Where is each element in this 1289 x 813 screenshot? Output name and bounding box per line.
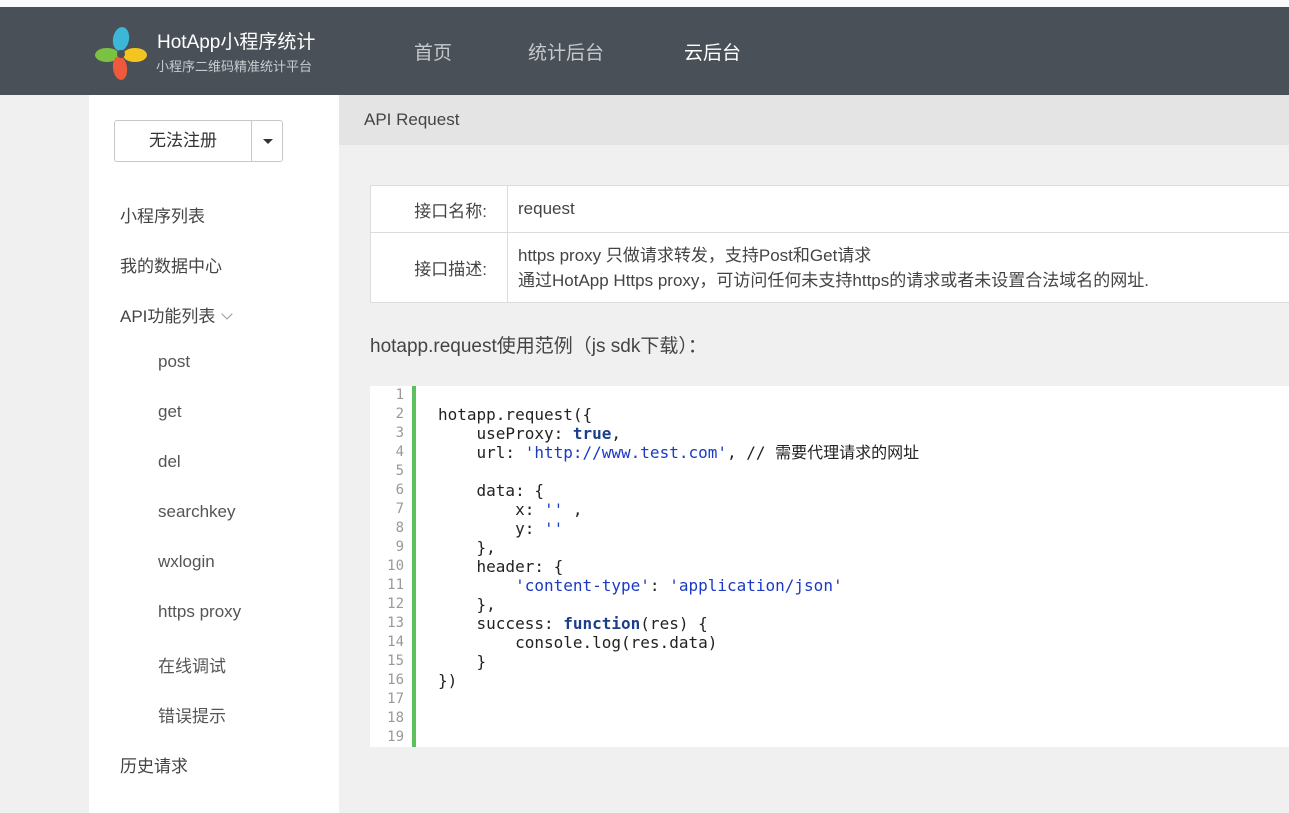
sidebar-item-api-list-label: API功能列表 <box>120 307 216 326</box>
api-desc-key: 接口描述: <box>370 232 508 303</box>
code-line: 'content-type': 'application/json' <box>438 576 843 595</box>
line-number: 8 <box>395 520 404 536</box>
code-string: '' <box>543 519 564 538</box>
brand-subtitle: 小程序二维码精准统计平台 <box>156 60 313 75</box>
line-number: 4 <box>395 444 404 460</box>
api-name-key: 接口名称: <box>370 185 508 233</box>
sidebar-item-data-center[interactable]: 我的数据中心 <box>120 252 222 277</box>
line-number: 16 <box>387 672 404 688</box>
sidebar-item-miniapp-list[interactable]: 小程序列表 <box>120 202 205 227</box>
sidebar-item-https-proxy[interactable]: https proxy <box>158 602 241 622</box>
sidebar-item-del[interactable]: del <box>158 452 181 472</box>
code-line: } <box>438 652 487 671</box>
line-number: 1 <box>395 387 404 403</box>
sidebar-item-online-debug[interactable]: 在线调试 <box>158 652 226 677</box>
api-desc-line-2: 通过HotApp Https proxy，可访问任何未支持https的请求或者未… <box>518 270 1149 290</box>
line-number: 14 <box>387 634 404 650</box>
line-number: 13 <box>387 615 404 631</box>
code-line: x: '' , <box>438 500 583 519</box>
sidebar-item-error-hints[interactable]: 错误提示 <box>158 702 226 727</box>
sidebar-item-api-list[interactable]: API功能列表 <box>120 302 234 327</box>
code-line: }) <box>438 671 458 690</box>
code-token: (res) { <box>640 614 708 633</box>
code-line: y: '' <box>438 519 563 538</box>
example-title: hotapp.request使用范例（js sdk下载）： <box>370 336 707 357</box>
line-number: 15 <box>387 653 404 669</box>
line-number: 7 <box>395 501 404 517</box>
line-number: 6 <box>395 482 404 498</box>
code-line: }, <box>438 595 496 614</box>
table-row: 接口名称: request <box>370 185 1289 233</box>
line-number: 18 <box>387 710 404 726</box>
code-string: '' <box>543 500 564 519</box>
code-keyword: function <box>563 614 641 633</box>
code-string: 'content-type' <box>515 576 650 595</box>
sidebar-item-post[interactable]: post <box>158 352 190 372</box>
line-number: 19 <box>387 729 404 745</box>
code-line: }, <box>438 538 496 557</box>
code-token: useProxy: <box>438 424 573 443</box>
code-token: y: <box>438 519 544 538</box>
caret-down-icon[interactable] <box>263 139 273 144</box>
code-token: , // 需要代理请求的网址 <box>727 443 920 462</box>
code-token: , <box>563 500 583 519</box>
chevron-down-icon <box>221 308 234 320</box>
line-number: 12 <box>387 596 404 612</box>
sidebar-item-searchkey[interactable]: searchkey <box>158 502 235 522</box>
sidebar-item-get[interactable]: get <box>158 402 182 422</box>
app-select-divider <box>251 121 252 161</box>
code-line: header: { <box>438 557 564 576</box>
sidebar-item-history[interactable]: 历史请求 <box>120 752 188 777</box>
code-editor[interactable]: 1 2 3 4 5 6 7 8 9 10 11 12 13 14 15 16 1… <box>370 386 1289 747</box>
code-line: data: { <box>438 481 544 500</box>
code-line: hotapp.request({ <box>438 405 593 424</box>
table-row: 接口描述: https proxy 只做请求转发，支持Post和Get请求 通过… <box>370 232 1289 303</box>
line-number: 17 <box>387 691 404 707</box>
code-token: success: <box>438 614 564 633</box>
code-string: 'application/json' <box>669 576 843 595</box>
hotapp-logo[interactable] <box>93 25 149 81</box>
code-token: , <box>611 424 622 443</box>
line-number-gutter: 1 2 3 4 5 6 7 8 9 10 11 12 13 14 15 16 1… <box>370 386 416 747</box>
line-number: 10 <box>387 558 404 574</box>
nav-home[interactable]: 首页 <box>414 38 452 65</box>
line-number: 11 <box>387 577 404 593</box>
top-header: HotApp小程序统计 小程序二维码精准统计平台 首页 统计后台 云后台 <box>0 7 1289 95</box>
code-string: 'http://www.test.com' <box>524 443 727 462</box>
breadcrumb: API Request <box>364 110 460 129</box>
sidebar: 无法注册 小程序列表 我的数据中心 API功能列表 post get del s… <box>89 95 339 813</box>
line-number: 3 <box>395 425 404 441</box>
code-token: x: <box>438 500 544 519</box>
code-token: url: <box>438 443 525 462</box>
app-select-dropdown[interactable]: 无法注册 <box>114 120 283 162</box>
code-line: useProxy: true, <box>438 424 622 443</box>
api-name-value: request <box>507 185 1289 233</box>
line-number: 5 <box>395 463 404 479</box>
code-line: url: 'http://www.test.com', // 需要代理请求的网址 <box>438 443 920 462</box>
line-number: 2 <box>395 406 404 422</box>
sidebar-item-wxlogin[interactable]: wxlogin <box>158 552 215 572</box>
brand-title: HotApp小程序统计 <box>157 32 316 53</box>
code-line: console.log(res.data) <box>438 633 718 652</box>
line-number: 9 <box>395 539 404 555</box>
top-strip <box>0 0 1289 7</box>
api-desc-value: https proxy 只做请求转发，支持Post和Get请求 通过HotApp… <box>507 232 1289 303</box>
api-desc-line-1: https proxy 只做请求转发，支持Post和Get请求 <box>518 245 872 265</box>
nav-stats-backend[interactable]: 统计后台 <box>528 38 604 65</box>
app-select-label[interactable]: 无法注册 <box>115 121 251 161</box>
code-token: : <box>649 576 670 595</box>
api-info-table: 接口名称: request 接口描述: https proxy 只做请求转发，支… <box>370 185 1289 303</box>
code-line: success: function(res) { <box>438 614 708 633</box>
code-keyword: true <box>572 424 612 443</box>
breadcrumb-bar: API Request <box>339 95 1289 145</box>
nav-cloud-backend[interactable]: 云后台 <box>684 38 741 65</box>
